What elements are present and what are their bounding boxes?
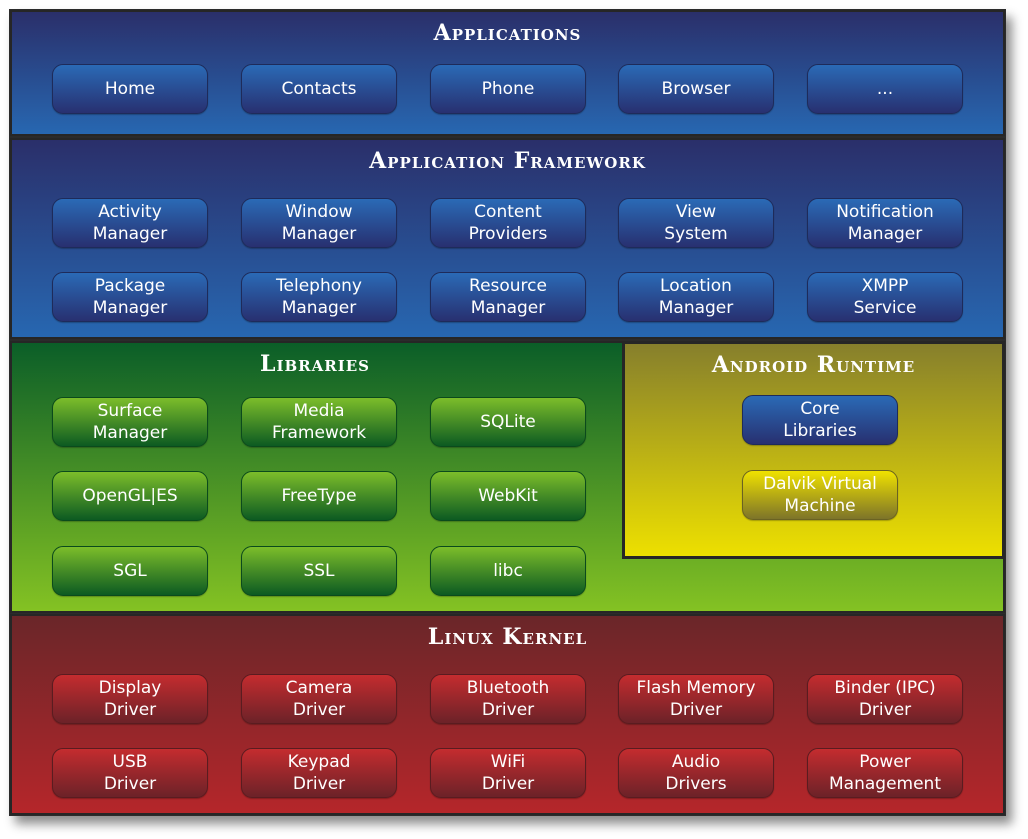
fw-package-manager: Package Manager	[52, 272, 208, 322]
k-wifi-driver: WiFi Driver	[430, 748, 586, 798]
kernel-title: Linux Kernel	[427, 624, 588, 650]
applications-title: Applications	[433, 20, 582, 46]
framework-layer: Application Framework Activity Manager W…	[10, 138, 1005, 339]
k-display-driver: Display Driver	[52, 674, 208, 724]
fw-activity-manager: Activity Manager	[52, 198, 208, 248]
app-home: Home	[52, 64, 208, 114]
k-audio-drivers: Audio Drivers	[618, 748, 774, 798]
fw-resource-manager: Resource Manager	[430, 272, 586, 322]
app-browser: Browser	[618, 64, 774, 114]
k-camera-driver: Camera Driver	[241, 674, 397, 724]
lib-webkit: WebKit	[430, 471, 586, 521]
k-binder-ipc-driver: Binder (IPC) Driver	[807, 674, 963, 724]
k-power-management: Power Management	[807, 748, 963, 798]
fw-telephony-manager: Telephony Manager	[241, 272, 397, 322]
k-usb-driver: USB Driver	[52, 748, 208, 798]
lib-libc: libc	[430, 546, 586, 596]
fw-xmpp-service: XMPP Service	[807, 272, 963, 322]
k-keypad-driver: Keypad Driver	[241, 748, 397, 798]
k-flash-memory-driver: Flash Memory Driver	[618, 674, 774, 724]
fw-view-system: View System	[618, 198, 774, 248]
rt-dalvik-vm: Dalvik Virtual Machine	[742, 470, 898, 520]
lib-sqlite: SQLite	[430, 397, 586, 447]
applications-layer: Applications Home Contacts Phone Browser…	[10, 10, 1005, 136]
app-phone: Phone	[430, 64, 586, 114]
runtime-title: Android Runtime	[711, 352, 916, 378]
framework-title: Application Framework	[369, 148, 646, 174]
fw-location-manager: Location Manager	[618, 272, 774, 322]
app-contacts: Contacts	[241, 64, 397, 114]
fw-notification-manager: Notification Manager	[807, 198, 963, 248]
lib-ssl: SSL	[241, 546, 397, 596]
runtime-layer: Android Runtime Core Libraries Dalvik Vi…	[622, 341, 1005, 559]
fw-window-manager: Window Manager	[241, 198, 397, 248]
lib-freetype: FreeType	[241, 471, 397, 521]
libraries-title: Libraries	[259, 351, 370, 377]
k-bluetooth-driver: Bluetooth Driver	[430, 674, 586, 724]
rt-core-libraries: Core Libraries	[742, 395, 898, 445]
lib-surface-manager: Surface Manager	[52, 397, 208, 447]
kernel-layer: Linux Kernel Display Driver Camera Drive…	[10, 614, 1005, 815]
fw-content-providers: Content Providers	[430, 198, 586, 248]
lib-media-framework: Media Framework	[241, 397, 397, 447]
lib-opengl-es: OpenGL|ES	[52, 471, 208, 521]
lib-sgl: SGL	[52, 546, 208, 596]
app-more: ...	[807, 64, 963, 114]
